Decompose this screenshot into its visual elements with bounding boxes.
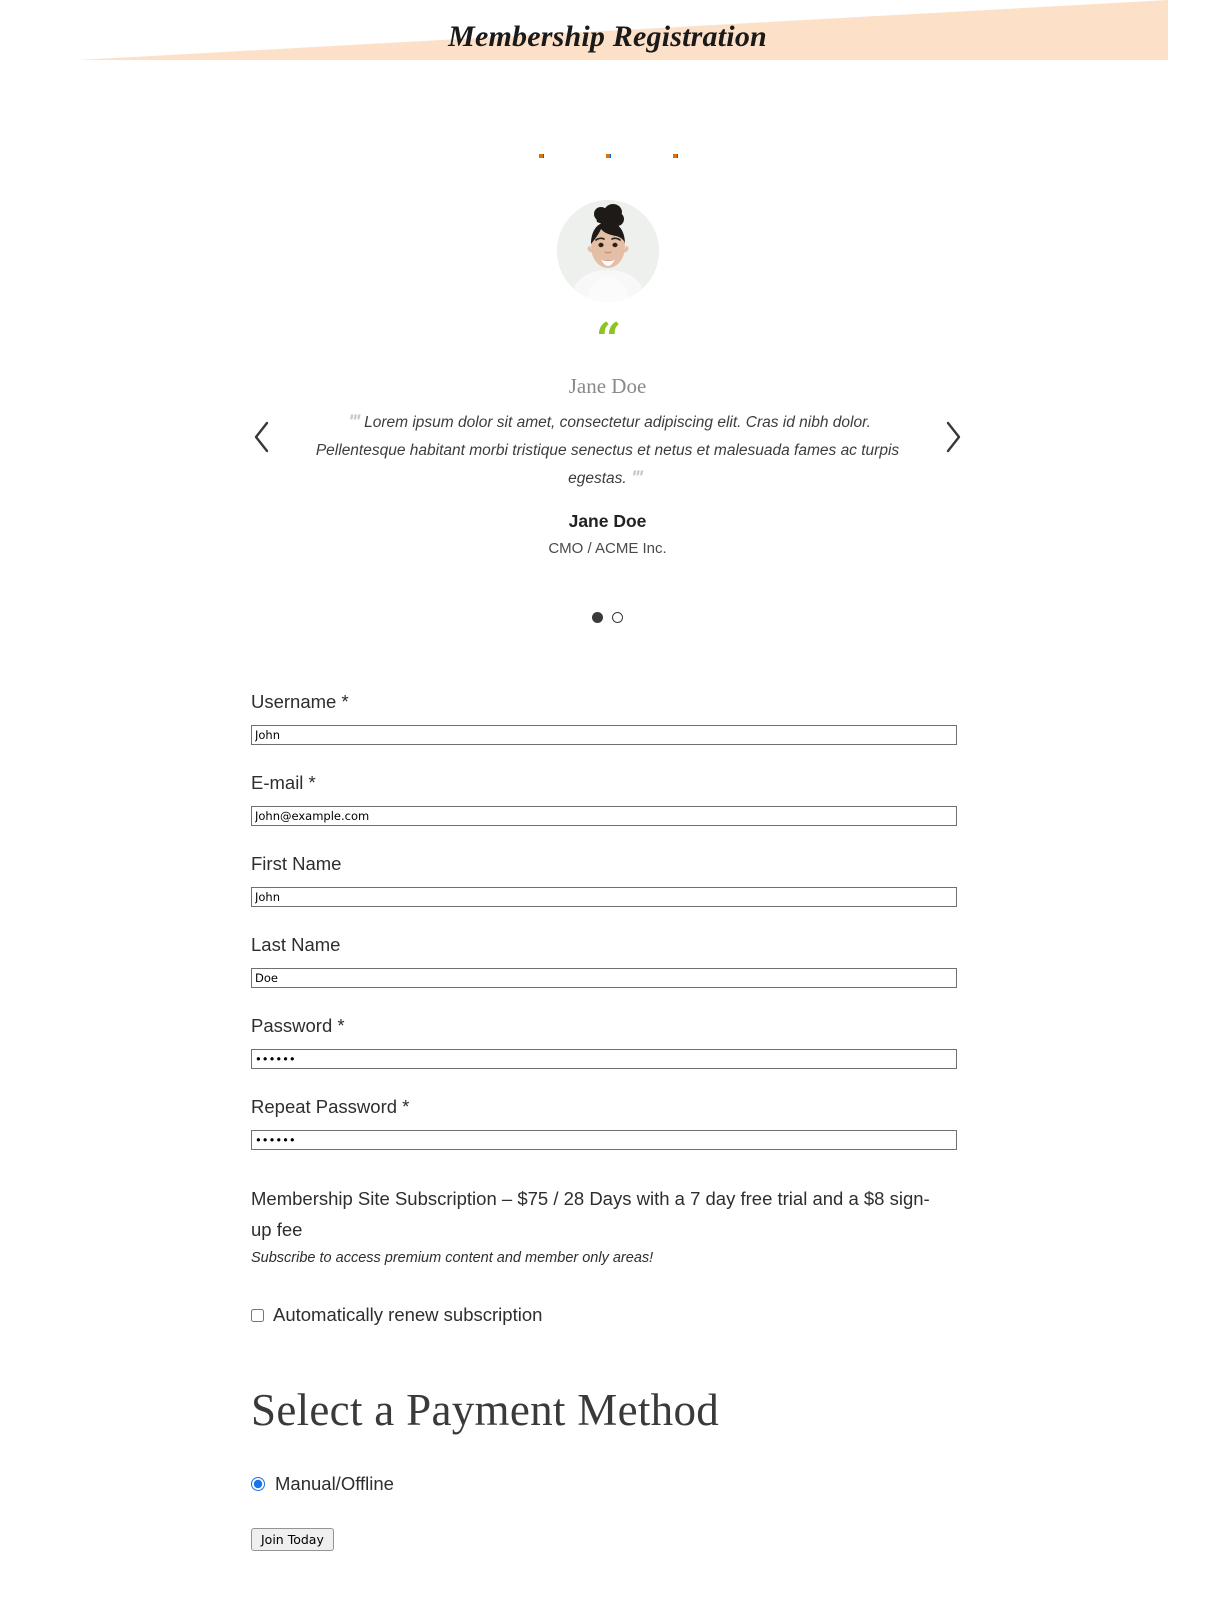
page-content: “ Jane Doe ‴ Lorem ipsum dolor sit amet, … <box>0 72 1215 1552</box>
rating-dot-icon <box>605 154 610 158</box>
page-title: Membership Registration <box>448 20 767 53</box>
testimonial-body: ‴ Lorem ipsum dolor sit amet, consectetur… <box>298 409 918 557</box>
testimonial-quote-text: Lorem ipsum dolor sit amet, consectetur … <box>315 414 900 487</box>
testimonial-carousel: “ Jane Doe ‴ Lorem ipsum dolor sit amet, … <box>0 72 1215 623</box>
field-label-email: E-mail * <box>251 772 316 793</box>
rating-marker-row <box>0 150 1215 162</box>
field-label-repeat-password: Repeat Password * <box>251 1096 410 1117</box>
last-name-input[interactable] <box>251 968 957 988</box>
rating-dot-icon <box>538 154 543 158</box>
repeat-password-input[interactable] <box>251 1130 957 1150</box>
rating-dot-icon <box>672 154 677 158</box>
field-last-name: Last Name <box>251 934 957 988</box>
auto-renew-label[interactable]: Automatically renew subscription <box>273 1304 542 1326</box>
email-input[interactable] <box>251 806 957 826</box>
avatar <box>556 200 659 302</box>
field-first-name: First Name <box>251 853 957 907</box>
carousel-pagination-dot[interactable] <box>612 612 623 623</box>
field-email: E-mail * <box>251 772 957 826</box>
testimonial-author-name: Jane Doe <box>568 511 647 531</box>
close-quote-icon: ‴ <box>632 468 642 489</box>
testimonial-author-role: CMO / ACME Inc. <box>548 540 667 557</box>
payment-option-manual-offline: Manual/Offline <box>251 1473 957 1495</box>
carousel-next-arrow-icon[interactable] <box>936 419 970 455</box>
site-header: Membership Registration <box>0 0 1215 72</box>
carousel-pagination <box>0 612 1215 623</box>
avatar-container <box>0 200 1215 302</box>
testimonial-quote-paragraph: ‴ Lorem ipsum dolor sit amet, consectetur… <box>298 409 918 493</box>
first-name-input[interactable] <box>251 887 957 907</box>
field-password: Password * <box>251 1015 957 1069</box>
payment-method-heading: Select a Payment Method <box>251 1385 720 1435</box>
quote-icon: “ <box>595 314 621 365</box>
open-quote-icon: ‴ <box>350 412 359 433</box>
carousel-pagination-dot[interactable] <box>592 612 603 623</box>
payment-option-label[interactable]: Manual/Offline <box>275 1473 394 1495</box>
subscription-description: Subscribe to access premium content and … <box>251 1250 654 1266</box>
subscription-title: Membership Site Subscription – $75 / 28 … <box>251 1188 930 1240</box>
auto-renew-row: Automatically renew subscription <box>251 1304 957 1326</box>
testimonial-slide: ‴ Lorem ipsum dolor sit amet, consectetur… <box>0 409 1215 557</box>
join-today-button[interactable]: Join Today <box>251 1528 334 1552</box>
field-username: Username * <box>251 691 957 745</box>
username-input[interactable] <box>251 725 957 745</box>
field-repeat-password: Repeat Password * <box>251 1096 957 1150</box>
carousel-prev-arrow-icon[interactable] <box>245 419 279 455</box>
auto-renew-checkbox[interactable] <box>251 1308 264 1322</box>
payment-method-radio[interactable] <box>251 1477 265 1492</box>
field-label-first-name: First Name <box>251 853 342 874</box>
password-input[interactable] <box>251 1049 957 1069</box>
field-label-password: Password * <box>251 1015 345 1036</box>
field-label-last-name: Last Name <box>251 934 341 955</box>
registration-form: Username * E-mail * First Name Last Name… <box>251 623 957 1552</box>
testimonial-name-heading: Jane Doe <box>568 374 647 398</box>
field-label-username: Username * <box>251 691 349 712</box>
